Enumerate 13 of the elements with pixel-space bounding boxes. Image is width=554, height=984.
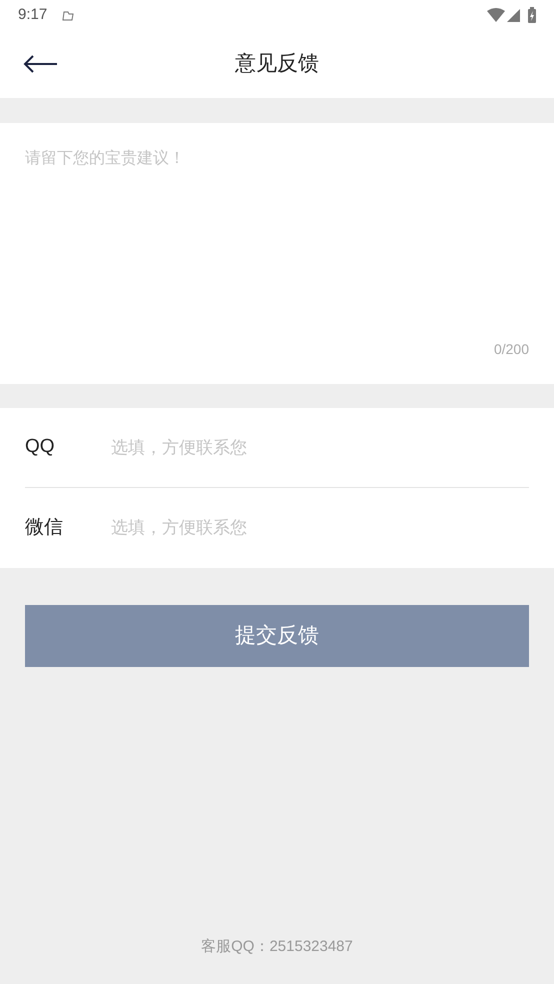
character-counter: 0/200 [494, 340, 529, 359]
field-label: QQ [25, 435, 56, 460]
status-time: 9:17 [18, 4, 48, 25]
field-label: 微信 [25, 516, 64, 540]
contact-input-field[interactable]: 选填，方便联系您 [111, 428, 529, 468]
back-arrow-icon[interactable] [23, 54, 58, 74]
customer-service-text: 客服QQ：2515323487 [200, 936, 354, 956]
wifi-icon [487, 8, 505, 22]
battery-icon [528, 7, 536, 23]
signal-icon [507, 8, 520, 22]
contact-input-field[interactable]: 选填，方便联系您 [111, 508, 529, 548]
submit-button[interactable]: 提交反馈 [25, 605, 529, 667]
page-title: 意见反馈 [235, 51, 319, 78]
